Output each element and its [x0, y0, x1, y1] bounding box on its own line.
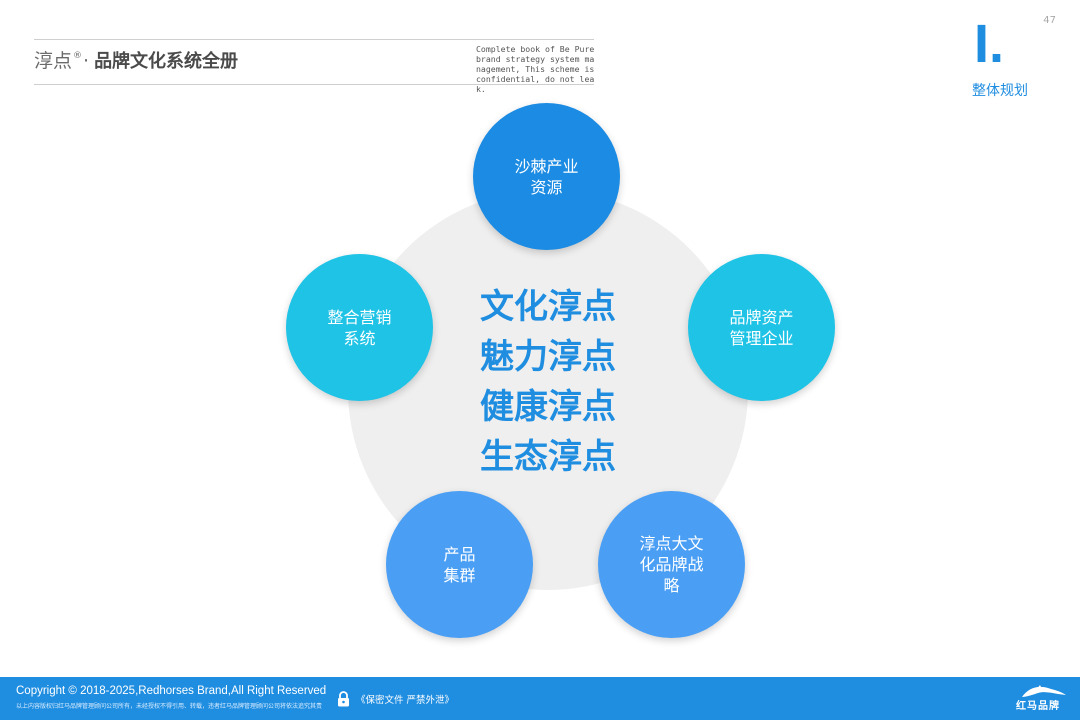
copyright-text: Copyright © 2018-2025,Redhorses Brand,Al… — [16, 685, 327, 697]
node-integrated-marketing: 整合营销 系统 — [286, 254, 433, 401]
node-product-cluster: 产品 集群 — [386, 491, 533, 638]
confidential-note: Complete book of Be Pure brand strategy … — [476, 44, 595, 94]
title-separator: · — [83, 50, 90, 72]
center-line: 文化淳点 — [480, 287, 616, 327]
page-number: 47 — [1043, 15, 1056, 26]
node-sea-buckthorn-resource: 沙棘产业 资源 — [473, 103, 620, 250]
footer-bar: Copyright © 2018-2025,Redhorses Brand,Al… — [0, 677, 1080, 720]
section-label: 整体规划 — [972, 83, 1028, 99]
logo-text: 红马品牌 — [1016, 701, 1060, 712]
footer-note: 以上内容版权归红马品牌管理顾问公司所有，未经授权不得引用、转载，违者红马品牌管理… — [16, 703, 323, 710]
header-top-line — [34, 39, 594, 40]
node-brand-culture-strategy: 淳点大文 化品牌战略 — [598, 491, 745, 638]
section-number: I. — [974, 14, 1005, 74]
center-line: 魅力淳点 — [480, 337, 616, 377]
node-brand-asset-management: 品牌资产 管理企业 — [688, 254, 835, 401]
center-line: 健康淳点 — [480, 387, 616, 427]
header-title: 淳点 ® · 品牌文化系统全册 — [34, 46, 238, 76]
center-text: 文化淳点 魅力淳点 健康淳点 生态淳点 — [448, 282, 648, 482]
registered-mark: ® — [73, 51, 83, 61]
brand-name: 淳点 — [34, 50, 73, 72]
lock-icon — [338, 691, 349, 707]
document-title: 品牌文化系统全册 — [94, 51, 239, 72]
center-line: 生态淳点 — [480, 437, 616, 477]
confidential-label: 《保密文件 严禁外泄》 — [356, 695, 455, 706]
